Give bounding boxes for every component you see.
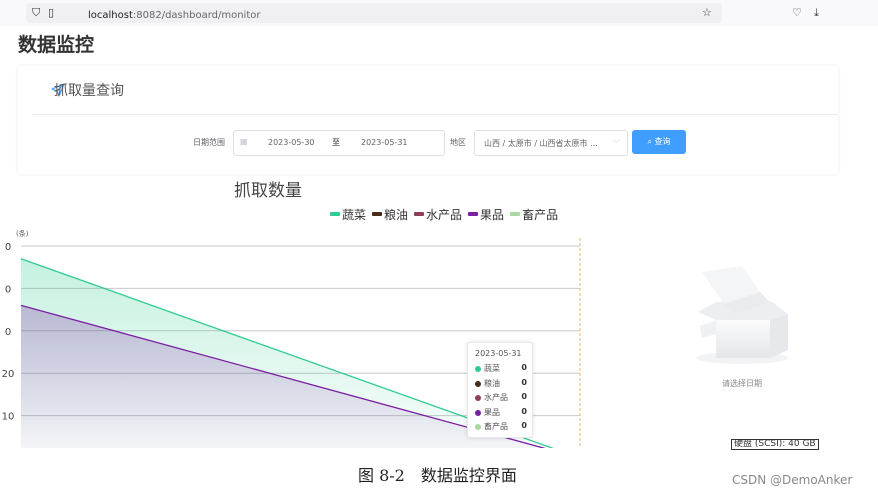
legend-label: 畜产品 — [522, 207, 559, 222]
date-separator: 至 — [332, 138, 340, 147]
browser-toolbar: ⛉ ▯ localhost:8082/dashboard/monitor ☆ ♡… — [0, 0, 878, 26]
legend-label: 粮油 — [384, 207, 409, 222]
chart-title: 抓取数量 — [234, 181, 302, 201]
tooltip-row: 蔬菜 0 — [475, 363, 527, 375]
tooltip-dot — [475, 409, 481, 416]
tooltip-dot — [475, 366, 481, 372]
query-card — [18, 66, 838, 174]
legend-item[interactable]: 水产品 — [414, 206, 462, 222]
legend-label: 果品 — [480, 207, 505, 222]
pocket-icon[interactable]: ♡ — [792, 3, 802, 23]
tooltip-series-value: 0 — [521, 363, 527, 372]
legend-label: 水产品 — [426, 207, 463, 222]
tooltip-series-name: 水产品 — [484, 393, 508, 402]
legend-swatch — [510, 212, 521, 216]
tooltip-series-value: 0 — [521, 406, 527, 416]
search-icon: ⌕ — [647, 137, 652, 146]
bookmark-star-icon[interactable]: ☆ — [702, 3, 712, 23]
page-icon: ▯ — [48, 6, 55, 19]
legend-item[interactable]: 粮油 — [372, 206, 408, 222]
tooltip-series-name: 粮油 — [484, 378, 500, 388]
tooltip-date: 2023-05-31 — [475, 349, 522, 358]
tooltip-dot — [475, 395, 481, 401]
tooltip-row: 畜产品 0 — [475, 421, 527, 433]
y-tick-label: 10 — [2, 412, 15, 423]
tooltip-series-value: 0 — [521, 392, 527, 401]
empty-state-text: 请选择日期 — [722, 379, 762, 388]
y-tick-label: 0 — [5, 242, 11, 253]
tooltip-row: 粮油 0 — [475, 378, 527, 390]
chart-tooltip: 2023-05-31 蔬菜 0 粮油 0 水产品 0 果品 0 畜产品 0 — [467, 342, 533, 438]
tooltip-dot — [475, 380, 481, 387]
shield-icon[interactable]: ⛉ — [32, 3, 40, 23]
calendar-icon: ▦ — [240, 137, 248, 146]
tooltip-series-name: 畜产品 — [484, 422, 508, 431]
y-axis-label: (条) — [16, 229, 29, 238]
legend-swatch — [330, 212, 340, 216]
card-title: 抓取量查询 — [54, 83, 124, 99]
region-value: 山西 / 太原市 / 山西省太原市 ... — [484, 139, 598, 148]
download-icon[interactable]: ⤓ — [814, 3, 819, 23]
tooltip-series-name: 果品 — [484, 407, 500, 417]
figure-caption: 图 8-2 数据监控界面 — [358, 466, 517, 485]
empty-box-icon — [696, 266, 788, 364]
url-host: localhost — [88, 10, 133, 21]
legend-item[interactable]: 畜产品 — [510, 206, 558, 222]
address-bar[interactable]: ⛉ ▯ localhost:8082/dashboard/monitor ☆ — [26, 3, 722, 23]
tooltip-series-value: 0 — [521, 377, 527, 387]
page-title: 数据监控 — [18, 34, 95, 56]
chart-legend: 蔬菜 粮油 水产品 果品 畜产品 — [330, 206, 558, 222]
y-tick-label: 0 — [5, 327, 11, 338]
url-text[interactable]: localhost:8082/dashboard/monitor — [88, 7, 260, 25]
legend-label: 蔬菜 — [342, 207, 367, 222]
region-cascader[interactable]: 山西 / 太原市 / 山西省太原市 ... ⌵ — [474, 130, 628, 156]
chevron-down-icon: ⌵ — [613, 136, 620, 146]
date-end-input[interactable]: 2023-05-31 — [361, 138, 408, 147]
legend-swatch — [372, 212, 383, 216]
query-button-label: 查询 — [654, 137, 671, 146]
date-start-input[interactable]: 2023-05-30 — [268, 138, 315, 147]
divider — [32, 114, 838, 115]
date-range-picker[interactable]: ▦ 2023-05-30 至 2023-05-31 — [233, 130, 445, 156]
tooltip-series-name: 蔬菜 — [484, 364, 500, 373]
y-tick-label: 0 — [5, 284, 11, 295]
y-tick-label: 20 — [2, 369, 15, 380]
legend-item[interactable]: 果品 — [468, 206, 504, 222]
url-path: :8082/dashboard/monitor — [132, 10, 261, 21]
query-button[interactable]: ⌕ 查询 — [632, 130, 686, 154]
date-range-label: 日期范围 — [193, 138, 225, 147]
legend-item[interactable]: 蔬菜 — [330, 206, 366, 222]
legend-swatch — [468, 212, 479, 216]
disk-info-text: 硬盘 (SCSI): 40 GB — [731, 439, 819, 450]
tooltip-series-value: 0 — [521, 421, 527, 430]
tooltip-dot — [475, 424, 481, 430]
tooltip-row: 水产品 0 — [475, 392, 527, 404]
watermark: CSDN @DemoAnker — [732, 473, 853, 487]
legend-swatch — [414, 212, 425, 216]
region-label: 地区 — [450, 138, 466, 147]
tooltip-row: 果品 0 — [475, 407, 527, 419]
